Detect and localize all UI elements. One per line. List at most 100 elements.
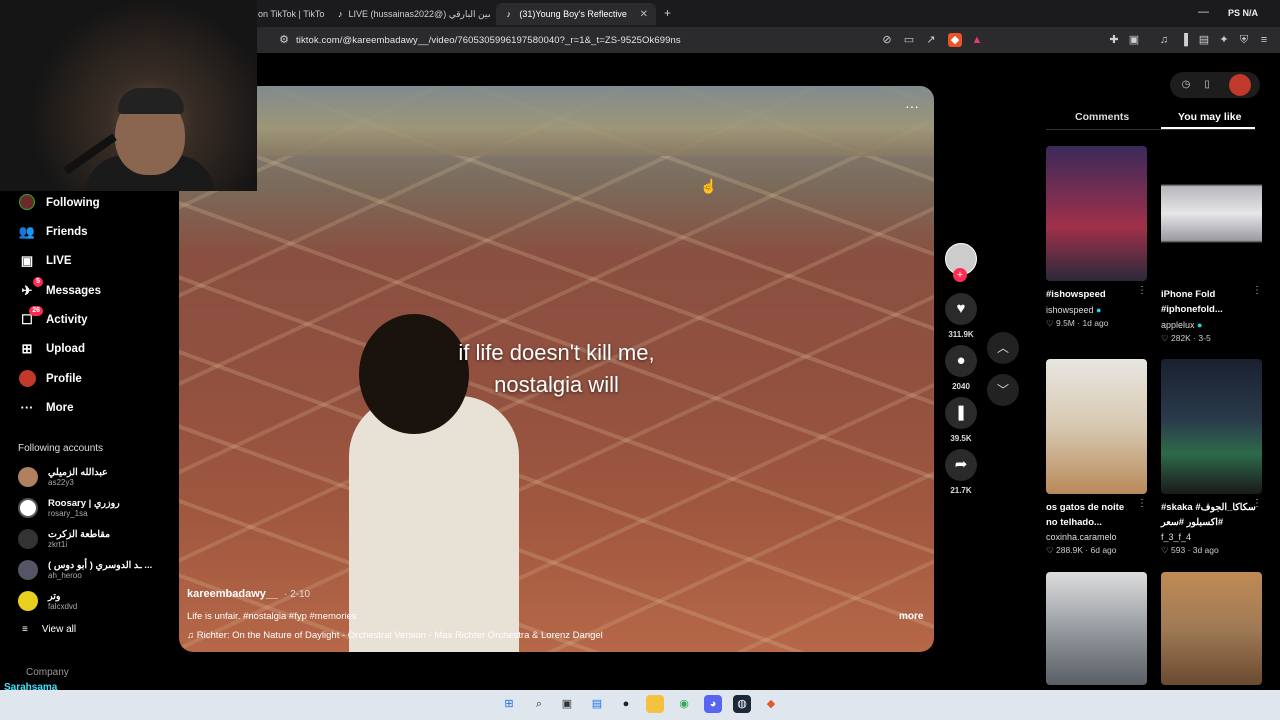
sidebar-item-following[interactable]: Following [18,193,100,213]
more-icon: ··· [20,400,34,415]
video-thumbnail[interactable] [1046,146,1147,281]
cast-icon[interactable]: ▭ [902,33,916,47]
sidebar-item-label: Activity [46,314,88,326]
save-button[interactable]: ❚ [945,397,977,429]
url-field[interactable]: tiktok.com/@kareembadawy__/video/7605305… [296,35,681,46]
sidebar-item-more[interactable]: ··· More [18,398,74,418]
tiktok-icon: ♪ [338,9,343,19]
card-age: 6d ago [1090,545,1117,555]
brave-rewards-icon[interactable]: ▲ [970,33,984,47]
card-likes: 288.9K [1055,545,1083,555]
new-tab-button[interactable]: + [664,6,671,20]
card-likes: 9.5M [1055,318,1075,328]
sidebar-item-activity[interactable]: ☐ 26 Activity [18,306,88,330]
stream-overlay-name: Sarahsama [4,682,58,693]
music-link[interactable]: ♫ Richter: On the Nature of Daylight - O… [187,630,603,641]
tab-you-may-like[interactable]: You may like [1178,111,1241,123]
browser-tab-active[interactable]: ♪ (31)Young Boy's Reflective Journ ✕ [496,3,656,25]
account-name: ( أبو دوس ) ـد الدوسري ... [48,560,153,571]
follow-plus-icon[interactable]: + [953,268,967,282]
video-thumbnail[interactable] [1046,572,1147,685]
discord-icon[interactable]: ◕ [704,695,722,713]
share-button[interactable]: ➦ [945,449,977,481]
card-more-icon[interactable]: ⋮ [1252,285,1262,296]
minimize-button[interactable]: — [1198,6,1209,18]
tab-comments[interactable]: Comments [1075,111,1129,123]
phone-icon[interactable]: ▯ [1196,74,1218,96]
steam-icon[interactable]: ◍ [733,695,751,713]
card-title[interactable]: #ishowspeed [1046,287,1136,302]
video-thumbnail[interactable] [1161,146,1262,281]
activity-icon: ☐ 26 [18,306,43,329]
card-author[interactable]: applelux ● [1161,320,1202,330]
following-account[interactable]: Roosary | روزري rosary_1sa [18,495,120,521]
like-button[interactable]: ♥ [945,293,977,325]
card-more-icon[interactable]: ⋮ [1137,285,1147,296]
company-link[interactable]: Company [26,667,69,678]
task-view-icon[interactable]: ▣ [558,695,576,713]
screenshot-icon[interactable]: ▣ [1127,33,1141,47]
mosque-pillars [179,86,934,156]
view-all-link[interactable]: ≡ View all [22,624,76,635]
timer-icon[interactable]: ◷ [1175,74,1197,96]
comment-button[interactable]: ● [945,345,977,377]
sidebar-item-messages[interactable]: ✈ 5 Messages [18,277,101,301]
sidebar-item-label: Following [46,197,100,209]
sidebar-item-profile[interactable]: Profile [18,369,82,389]
following-avatar-icon [18,194,36,212]
card-more-icon[interactable]: ⋮ [1137,498,1147,509]
following-account[interactable]: ( أبو دوس ) ـد الدوسري ... ah_heroo [18,557,152,583]
following-account[interactable]: وتر falcxdvd [18,588,77,614]
sidebar-item-upload[interactable]: ⊞ Upload [18,339,85,359]
extensions-icon[interactable]: ✚ [1107,33,1121,47]
card-author[interactable]: f_3_f_4 [1161,532,1191,542]
video-options-icon[interactable]: ··· [905,98,919,114]
brave-icon[interactable]: ◆ [762,695,780,713]
media-icon[interactable]: ♫ [1157,33,1171,47]
card-author[interactable]: coxinha.caramelo [1046,532,1117,542]
card-author[interactable]: ishowspeed ● [1046,305,1101,315]
video-thumbnail[interactable] [1161,572,1262,685]
file-explorer-icon[interactable] [646,695,664,713]
wallet-icon[interactable]: ▤ [1197,33,1211,47]
sidebar-item-live[interactable]: ▣ LIVE [18,251,72,271]
chrome-icon[interactable]: ◉ [675,695,693,713]
tiktok-icon: ♪ [506,9,511,19]
following-account[interactable]: مقاطعة الزكرت zkrt1i [18,526,110,552]
search-icon[interactable]: ⌕ [530,695,548,713]
following-account[interactable]: عبدالله الزميلي as22y3 [18,464,108,490]
following-accounts-title: Following accounts [18,443,104,454]
widgets-icon[interactable]: ▤ [588,695,606,713]
menu-icon[interactable]: ≡ [1257,33,1271,47]
share-icon[interactable]: ↗ [924,33,938,47]
avatar [18,529,38,549]
webcam-overlay [0,0,257,191]
profile-avatar[interactable] [1229,74,1251,96]
card-title[interactable]: os gatos de noite no telhado... [1046,500,1136,530]
card-more-icon[interactable]: ⋮ [1252,498,1262,509]
browser-tab[interactable]: on TikTok | TikTok [250,3,325,25]
card-title[interactable]: #skaka سكاكا_الجوف# #اكسبلور #سعر [1161,500,1256,530]
close-tab-icon[interactable]: ✕ [640,9,648,20]
sidebar-item-friends[interactable]: 👥 Friends [18,222,88,242]
ai-icon[interactable]: ✦ [1217,33,1231,47]
brave-shield-icon[interactable]: ◆ [948,33,962,47]
card-meta: ♡ 288.9K · 6d ago [1046,545,1117,555]
sidebar-toggle-icon[interactable]: ▐ [1177,33,1191,47]
site-info-icon[interactable]: ⚙ [277,33,291,47]
windows-start-icon[interactable]: ⊞ [500,695,518,713]
card-age: 3d ago [1192,545,1219,555]
card-title[interactable]: iPhone Fold #iphonefold... [1161,287,1251,317]
video-author[interactable]: kareembadawy__ [187,588,278,600]
video-thumbnail[interactable] [1161,359,1262,494]
browser-tab[interactable]: ♪ LIVE (hussainas2022@) حسين البارقي [330,3,490,25]
next-video-button[interactable]: ﹀ [987,374,1019,406]
tab-title: on TikTok | TikTok [258,9,325,19]
video-thumbnail[interactable] [1046,359,1147,494]
tracking-icon[interactable]: ⊘ [880,33,894,47]
video-description: Life is unfair. #nostalgia #fyp #memorie… [187,611,357,622]
more-button[interactable]: more [899,611,923,622]
app-icon[interactable]: ● [617,695,635,713]
previous-video-button[interactable]: ︿ [987,332,1019,364]
vpn-icon[interactable]: ⛨ [1237,33,1251,47]
